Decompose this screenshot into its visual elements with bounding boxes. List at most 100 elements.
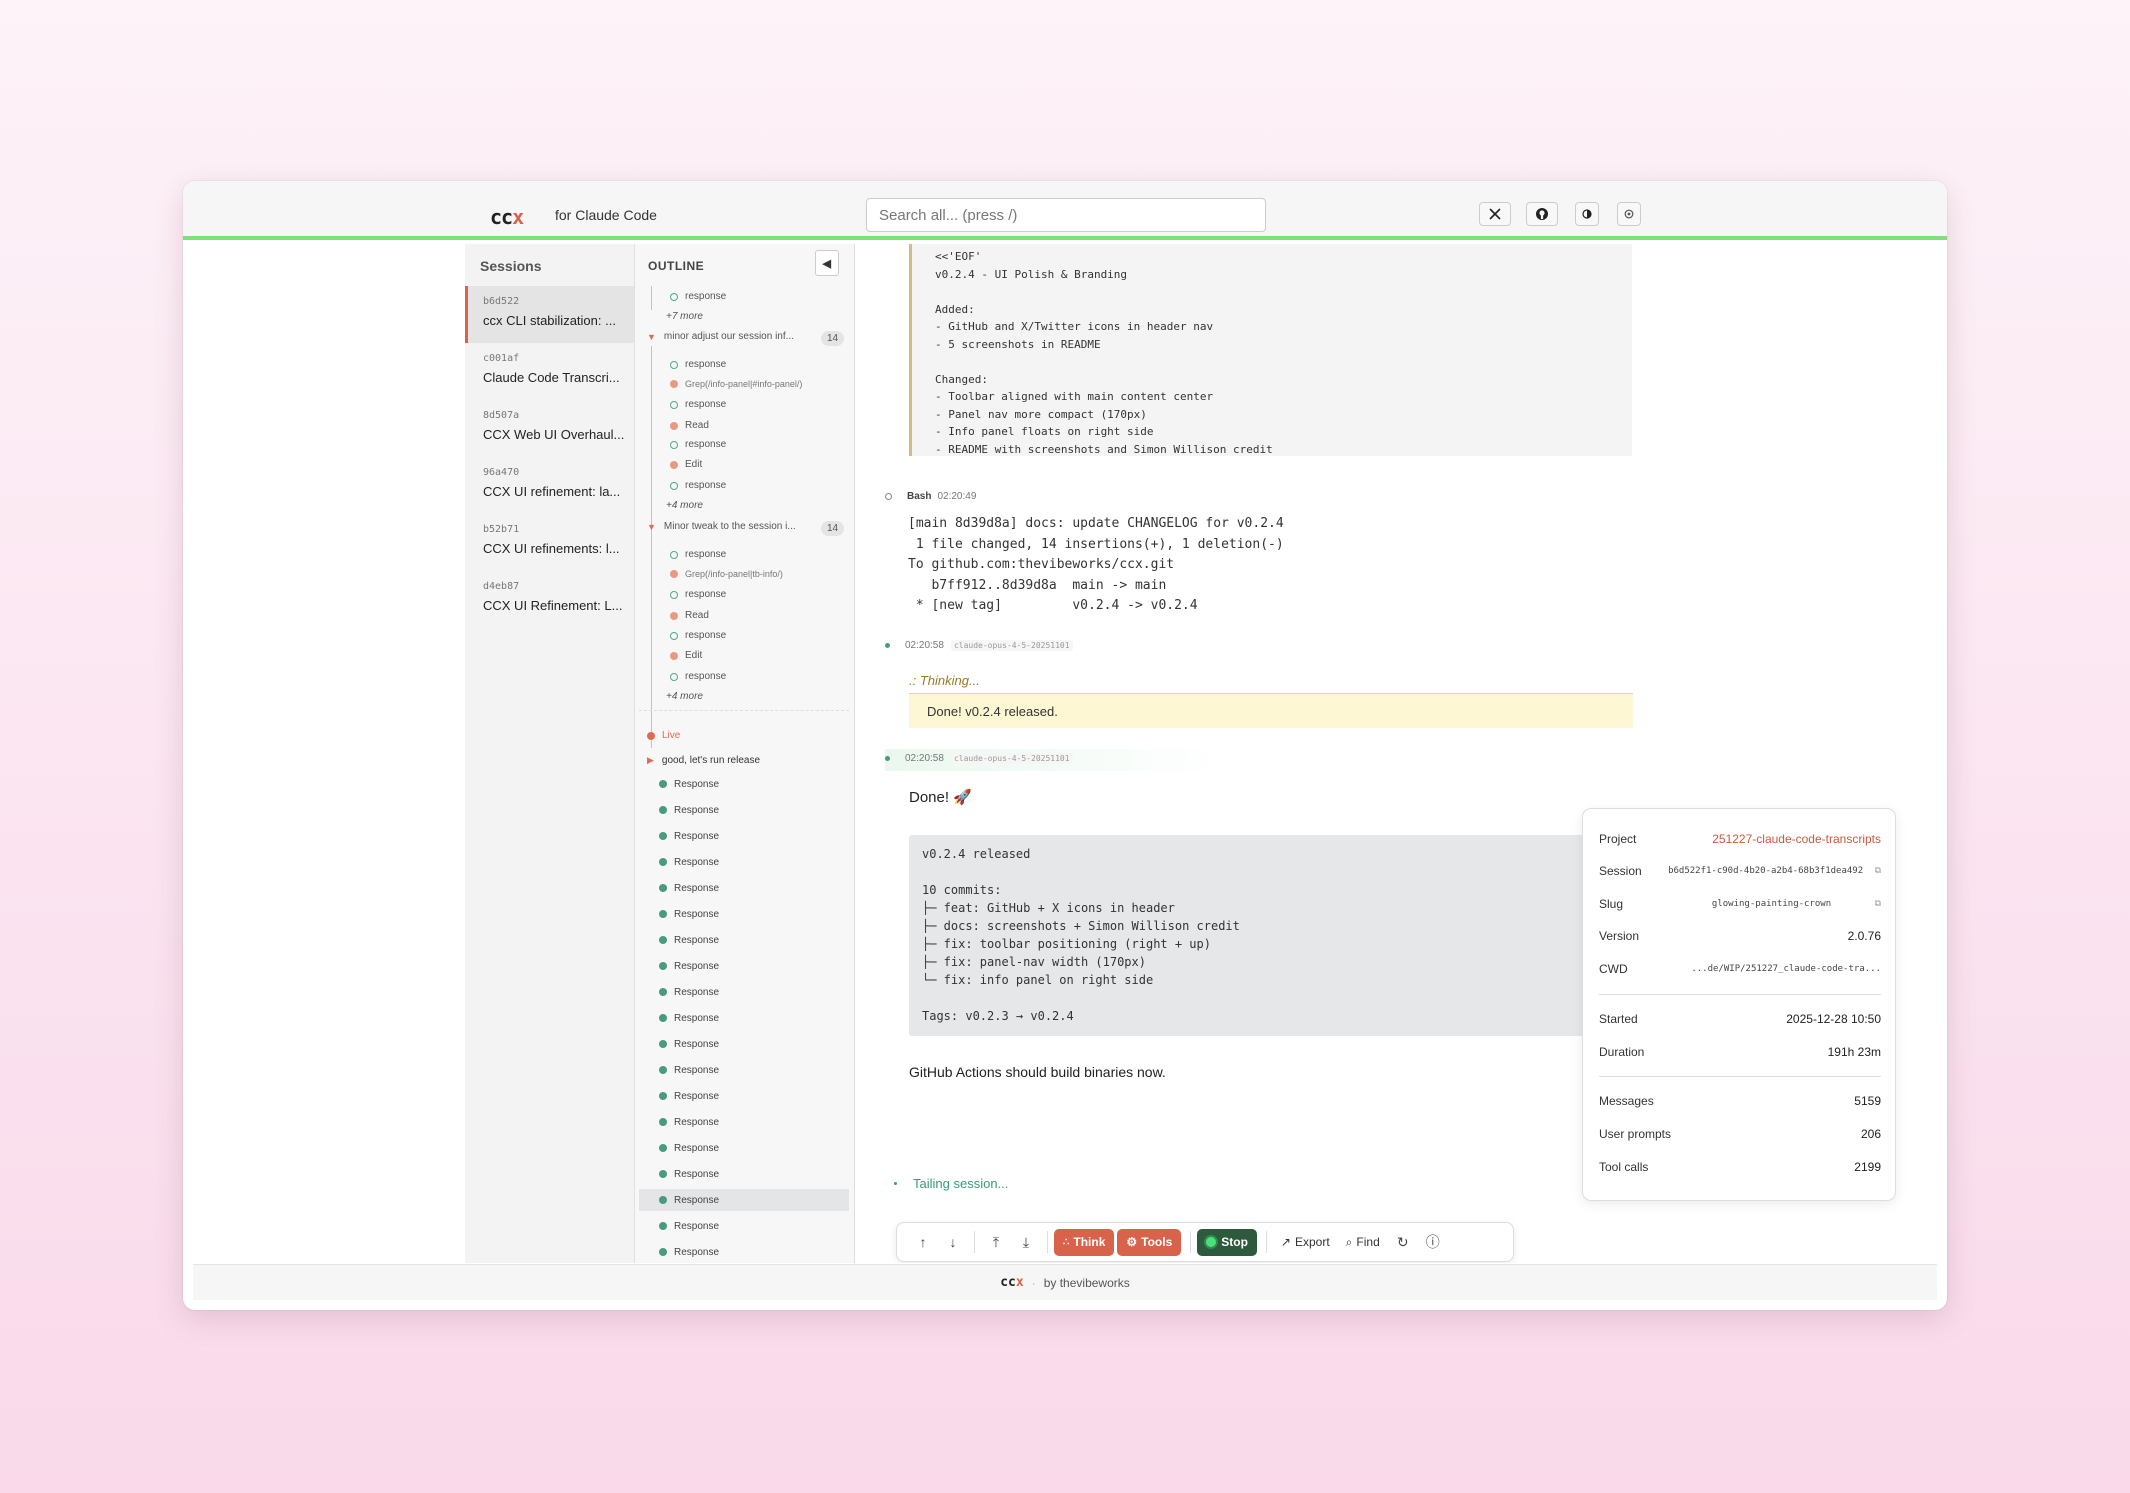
- scroll-bottom-button[interactable]: ⤓: [1011, 1234, 1041, 1251]
- outline-response-item[interactable]: Response: [639, 1163, 849, 1185]
- tailing-indicator: Tailing session...: [894, 1176, 1008, 1191]
- outline-item-label: Response: [674, 1142, 720, 1154]
- session-info-panel: Project 251227-claude-code-transcripts Se…: [1582, 808, 1896, 1201]
- session-item[interactable]: c001af Claude Code Transcri...: [465, 343, 634, 400]
- outline-response-item[interactable]: Response: [639, 1241, 849, 1263]
- search-input[interactable]: [866, 198, 1266, 232]
- outline-item[interactable]: response: [670, 399, 854, 410]
- outline-item[interactable]: response: [670, 439, 854, 450]
- outline-item-label: Response: [674, 1246, 720, 1258]
- outline-item[interactable]: Read: [670, 420, 854, 431]
- info-row-version: Version 2.0.76: [1599, 929, 1881, 943]
- github-button[interactable]: [1526, 202, 1558, 226]
- outline-more-link[interactable]: +7 more: [666, 311, 854, 322]
- outline-item[interactable]: response: [670, 671, 854, 682]
- outline-response-item[interactable]: Response: [639, 1059, 849, 1081]
- find-button[interactable]: ⌕ Find: [1346, 1235, 1380, 1250]
- stop-tailing-button[interactable]: Stop: [1197, 1228, 1257, 1256]
- next-message-button[interactable]: ↓: [938, 1234, 968, 1250]
- response-dot-icon: [659, 1170, 667, 1178]
- session-item[interactable]: d4eb87 CCX UI Refinement: L...: [465, 571, 634, 628]
- settings-button[interactable]: [1617, 202, 1641, 226]
- response-dot-icon: [659, 936, 667, 944]
- copy-icon[interactable]: ⧉: [1875, 866, 1881, 876]
- outline-response-item[interactable]: Response: [639, 1007, 849, 1029]
- collapse-outline-button[interactable]: ◀: [815, 250, 839, 276]
- toolbar-divider: [974, 1231, 975, 1253]
- outline-more-link[interactable]: +4 more: [666, 691, 854, 702]
- prev-message-button[interactable]: ↑: [908, 1234, 938, 1250]
- heredoc-block: <<'EOF' v0.2.4 - UI Polish & Branding Ad…: [909, 244, 1632, 456]
- session-item[interactable]: 8d507a CCX Web UI Overhaul...: [465, 400, 634, 457]
- x-twitter-button[interactable]: [1479, 202, 1511, 226]
- outline-item-label: Response: [674, 830, 720, 842]
- outline-response-item[interactable]: Response: [639, 981, 849, 1003]
- outline-item[interactable]: response: [670, 359, 854, 370]
- outline-item[interactable]: response: [670, 589, 854, 600]
- outline-item[interactable]: Read: [670, 610, 854, 621]
- outline-item[interactable]: response: [670, 549, 854, 560]
- outline-response-item[interactable]: Response: [639, 1215, 849, 1237]
- assistant-text: GitHub Actions should build binaries now…: [909, 1064, 1166, 1080]
- response-dot-icon: [659, 884, 667, 892]
- outline-response-item[interactable]: Response: [639, 929, 849, 951]
- refresh-button[interactable]: ↻: [1388, 1234, 1418, 1251]
- outline-group[interactable]: ▶ good, let's run release: [647, 755, 854, 766]
- outline-response-item[interactable]: Response: [639, 1137, 849, 1159]
- bash-message-header: Bash 02:20:49: [885, 491, 976, 502]
- outline-response-item[interactable]: Response: [639, 877, 849, 899]
- copy-icon[interactable]: ⧉: [1875, 899, 1881, 909]
- ccx-logo[interactable]: ccx: [490, 205, 524, 229]
- slug-text: glowing-painting-crown: [1711, 899, 1832, 909]
- session-item[interactable]: 96a470 CCX UI refinement: la...: [465, 457, 634, 514]
- info-label: Duration: [1599, 1045, 1645, 1059]
- outline-divider: [639, 710, 849, 711]
- info-label: Started: [1599, 1012, 1638, 1026]
- theme-toggle-icon: [1582, 209, 1592, 219]
- think-label: Think: [1073, 1235, 1106, 1249]
- outline-response-item[interactable]: Response: [639, 1189, 849, 1211]
- info-label: User prompts: [1599, 1127, 1672, 1141]
- outline-response-item[interactable]: Response: [639, 799, 849, 821]
- logo-text: cc: [490, 205, 513, 229]
- outline-response-item[interactable]: Response: [639, 955, 849, 977]
- tailing-label: Tailing session...: [913, 1176, 1009, 1191]
- theme-toggle-button[interactable]: [1575, 202, 1599, 226]
- thinking-toggle[interactable]: .: Thinking...: [909, 673, 980, 688]
- response-dot-icon: [659, 1196, 667, 1204]
- footer-separator: ·: [1031, 1275, 1036, 1290]
- scroll-top-button[interactable]: ⤒: [981, 1234, 1011, 1251]
- outline-more-link[interactable]: +4 more: [666, 500, 854, 511]
- outline-response-item[interactable]: Response: [639, 851, 849, 873]
- outline-response-item[interactable]: Response: [639, 903, 849, 925]
- outline-item[interactable]: Edit: [670, 650, 854, 661]
- outline-item[interactable]: response: [670, 630, 854, 641]
- export-arrow-icon: ↗: [1280, 1235, 1291, 1249]
- think-toggle-button[interactable]: ∴ Think: [1054, 1228, 1115, 1256]
- outline-response-item[interactable]: Response: [639, 773, 849, 795]
- outline-item[interactable]: Grep(/info-panel|tb-info/): [670, 569, 854, 579]
- footer-logo-text: cc: [1000, 1275, 1016, 1290]
- outline-item[interactable]: response: [670, 291, 854, 302]
- outline-response-item[interactable]: Response: [639, 1111, 849, 1133]
- outline-item[interactable]: response: [670, 480, 854, 491]
- tools-toggle-button[interactable]: ⚙ Tools: [1117, 1228, 1182, 1256]
- outline-response-item[interactable]: Response: [639, 1033, 849, 1055]
- sessions-panel: Sessions b6d522 ccx CLI stabilization: ..…: [465, 244, 635, 1263]
- project-link[interactable]: 251227-claude-code-transcripts: [1712, 832, 1881, 846]
- footer-credit-link[interactable]: by thevibeworks: [1044, 1276, 1130, 1290]
- info-label: Project: [1599, 832, 1637, 846]
- session-item[interactable]: b52b71 CCX UI refinements: l...: [465, 514, 634, 571]
- info-button[interactable]: ⓘ: [1418, 1232, 1448, 1252]
- session-id: b52b71: [483, 524, 520, 535]
- outline-item[interactable]: Edit: [670, 459, 854, 470]
- assistant-dot-icon: [885, 756, 890, 761]
- footer: ccx · by thevibeworks: [193, 1264, 1937, 1300]
- outline-response-item[interactable]: Response: [639, 1085, 849, 1107]
- outline-response-item[interactable]: Response: [639, 825, 849, 847]
- info-row-tool-calls: Tool calls 2199: [1599, 1160, 1881, 1174]
- message-time: 02:20:49: [937, 491, 977, 502]
- session-item[interactable]: b6d522 ccx CLI stabilization: ...: [465, 286, 634, 343]
- outline-item[interactable]: Grep(/info-panel|#info-panel/): [670, 379, 854, 389]
- export-button[interactable]: ↗ Export: [1281, 1235, 1330, 1249]
